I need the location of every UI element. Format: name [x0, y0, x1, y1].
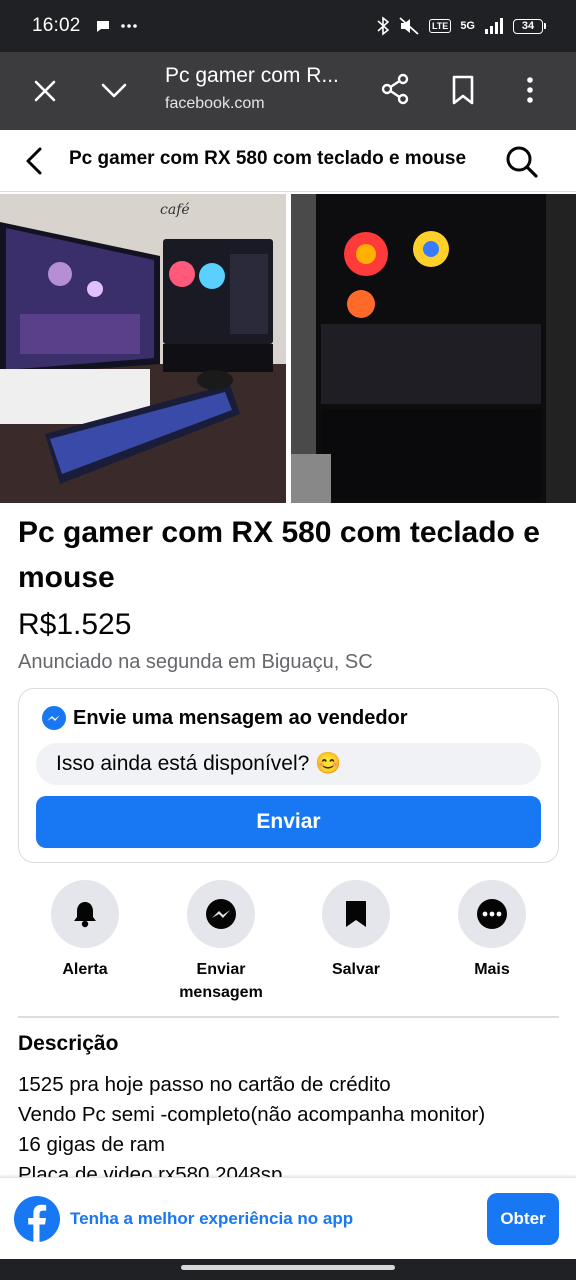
description-line: 1525 pra hoje passo no cartão de crédito — [18, 1073, 391, 1096]
more-label: Mais — [474, 961, 510, 978]
volte-icon: LTE — [428, 19, 452, 33]
browser-toolbar: Pc gamer com R... facebook.com — [0, 52, 576, 130]
signal-icon — [485, 18, 503, 34]
close-icon[interactable] — [30, 76, 60, 106]
bookmark-icon[interactable] — [450, 74, 476, 106]
app-banner-text[interactable]: Tenha a melhor experiência no app — [70, 1209, 353, 1229]
battery-icon: 34 — [513, 18, 546, 34]
alert-button[interactable] — [51, 880, 119, 948]
back-arrow-icon[interactable] — [20, 144, 50, 178]
home-indicator[interactable] — [181, 1265, 395, 1270]
notification-icons — [95, 18, 137, 34]
description-line: Placa de video rx580 2048sp — [18, 1163, 283, 1178]
screen: 16:02 LTE 5G 34 Pc gamer com R... facebo… — [0, 0, 576, 1280]
listing-photo-2[interactable] — [291, 194, 576, 503]
alert-action[interactable]: Alerta — [15, 880, 155, 981]
tab-title[interactable]: Pc gamer com R... — [165, 64, 339, 88]
battery-level: 34 — [513, 18, 543, 34]
message-input[interactable]: Isso ainda está disponível? 😊 — [36, 743, 541, 785]
bookmark-icon — [346, 901, 366, 927]
app-banner: Tenha a melhor experiência no app Obter — [0, 1177, 576, 1259]
more-action[interactable]: Mais — [422, 880, 562, 981]
mute-icon — [399, 17, 419, 35]
share-icon[interactable] — [380, 72, 410, 106]
more-notifications-icon — [120, 24, 137, 28]
send-message-button[interactable] — [187, 880, 255, 948]
status-time: 16:02 — [32, 15, 81, 36]
messenger-icon — [206, 899, 236, 929]
divider — [18, 1016, 559, 1018]
send-message-action[interactable]: Enviar mensagem — [151, 880, 291, 1004]
messenger-icon — [42, 706, 66, 730]
chat-bubble-icon — [96, 21, 109, 32]
listing-price: R$1.525 — [18, 608, 132, 641]
description-line: 16 gigas de ram — [18, 1133, 166, 1156]
page-title: Pc gamer com RX 580 com teclado e mouse — [69, 148, 467, 169]
save-label: Salvar — [331, 961, 381, 978]
message-card-title: Envie uma mensagem ao vendedor — [73, 706, 408, 729]
page-header: Pc gamer com RX 580 com teclado e mouse — [0, 130, 576, 192]
send-button[interactable]: Enviar — [36, 796, 541, 848]
bell-icon — [74, 902, 96, 928]
facebook-logo-icon — [14, 1196, 60, 1242]
get-app-button[interactable]: Obter — [487, 1193, 559, 1245]
save-button[interactable] — [322, 880, 390, 948]
send-message-label: Enviar mensagem — [179, 961, 263, 1001]
more-button[interactable] — [458, 880, 526, 948]
description-line: Vendo Pc semi -completo(não acompanha mo… — [18, 1103, 486, 1126]
message-seller-card: Envie uma mensagem ao vendedor Isso aind… — [18, 688, 559, 863]
more-vertical-icon[interactable] — [518, 74, 542, 106]
description-body: 1525 pra hoje passo no cartão de crédito… — [18, 1070, 563, 1178]
status-bar: 16:02 LTE 5G 34 — [0, 0, 576, 52]
action-buttons: Alerta Enviar mensagem Salvar Mais — [0, 880, 576, 1010]
message-card-header: Envie uma mensagem ao vendedor — [41, 705, 408, 731]
system-nav-bar — [0, 1259, 576, 1280]
alert-label: Alerta — [62, 961, 108, 978]
more-icon — [477, 899, 507, 929]
bluetooth-icon — [377, 16, 389, 36]
listing-photo-1[interactable]: café — [0, 194, 286, 503]
svg-text:café: café — [160, 202, 190, 218]
tab-url[interactable]: facebook.com — [165, 95, 265, 113]
listing-photos: café — [0, 192, 576, 503]
search-icon[interactable] — [502, 142, 540, 180]
listing-meta: Anunciado na segunda em Biguaçu, SC — [18, 651, 373, 673]
network-badge: 5G — [460, 20, 475, 32]
description-heading: Descrição — [18, 1032, 119, 1055]
status-right: LTE 5G 34 — [377, 16, 546, 36]
save-action[interactable]: Salvar — [286, 880, 426, 981]
listing-title: Pc gamer com RX 580 com teclado e mouse — [18, 516, 540, 594]
chevron-down-icon[interactable] — [98, 74, 130, 106]
